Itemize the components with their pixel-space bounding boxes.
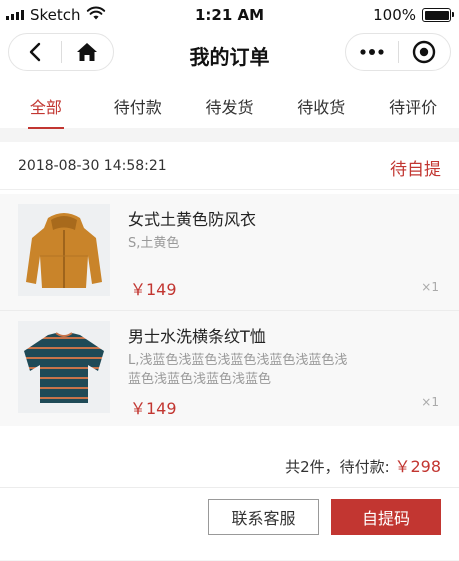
product-quantity: ×1 <box>421 395 439 409</box>
order-status: 待自提 <box>390 160 441 180</box>
tab-all[interactable]: 全部 <box>0 76 92 129</box>
summary-total: ￥298 <box>394 457 441 476</box>
product-image-jacket <box>18 204 110 296</box>
product-item[interactable]: 女式土黄色防风衣 S,土黄色 ￥149 ×1 <box>0 194 459 310</box>
product-price: ￥149 <box>130 280 177 299</box>
order-card: 2018-08-30 14:58:21 待自提 女式土黄色防风衣 S,土黄色 ￥… <box>0 142 459 560</box>
product-quantity: ×1 <box>421 280 439 294</box>
tab-pending-payment[interactable]: 待付款 <box>92 76 184 128</box>
more-button[interactable] <box>346 34 398 70</box>
pickup-code-button[interactable]: 自提码 <box>331 499 441 535</box>
battery-percent: 100% <box>373 6 416 24</box>
order-header: 2018-08-30 14:58:21 待自提 <box>0 142 459 190</box>
product-price: ￥149 <box>130 399 177 418</box>
battery-icon <box>422 8 454 22</box>
nav-capsule-right <box>345 33 451 71</box>
order-time: 2018-08-30 14:58:21 <box>18 158 167 174</box>
product-name: 女式土黄色防风衣 <box>128 210 257 229</box>
order-actions: 联系客服 自提码 <box>0 488 459 544</box>
target-circle-icon <box>413 40 436 64</box>
product-spec: L,浅蓝色浅蓝色浅蓝色浅蓝色浅蓝色浅蓝色浅蓝色浅蓝色浅蓝色 <box>128 353 348 387</box>
product-name: 男士水洗横条纹T恤 <box>128 327 266 346</box>
more-dots-icon <box>360 49 384 55</box>
order-summary: 共2件，待付款: ￥298 <box>0 438 459 488</box>
nav-bar: 我的订单 <box>0 30 459 76</box>
contact-service-button[interactable]: 联系客服 <box>208 499 319 535</box>
order-tabs: 全部 待付款 待发货 待收货 待评价 <box>0 76 459 129</box>
summary-label: 共2件，待付款: <box>285 458 390 476</box>
close-miniapp-button[interactable] <box>398 34 450 70</box>
product-item[interactable]: 男士水洗横条纹T恤 L,浅蓝色浅蓝色浅蓝色浅蓝色浅蓝色浅蓝色浅蓝色浅蓝色浅蓝色 … <box>0 310 459 426</box>
tab-pending-review[interactable]: 待评价 <box>367 76 459 128</box>
product-spec: S,土黄色 <box>128 236 180 251</box>
product-image-tshirt <box>18 321 110 413</box>
status-bar: Sketch 1:21 AM 100% <box>0 0 459 30</box>
tab-pending-shipment[interactable]: 待发货 <box>184 76 276 128</box>
tab-pending-receipt[interactable]: 待收货 <box>275 76 367 128</box>
